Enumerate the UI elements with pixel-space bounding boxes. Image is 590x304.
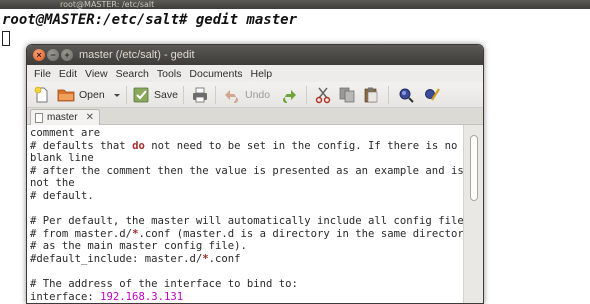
code-text: comment are # defaults that do not need … (30, 127, 463, 303)
menu-view[interactable]: View (81, 68, 112, 80)
ip-address-value: 192.168.3.131 (100, 290, 184, 303)
menu-help[interactable]: Help (247, 68, 277, 80)
search-icon (399, 88, 414, 103)
code-line: #default_include: master.d/*.conf (30, 252, 241, 265)
code-line: comment are (30, 127, 101, 139)
close-window-button[interactable]: × (33, 49, 45, 61)
text-editor[interactable]: comment are # defaults that do not need … (27, 125, 463, 303)
tab-label: master (47, 112, 78, 123)
code-line: # defaults that do not need to be set in… (30, 139, 458, 152)
close-tab-icon[interactable]: ✕ (86, 112, 94, 123)
menu-tools[interactable]: Tools (153, 68, 186, 80)
print-button[interactable] (191, 85, 209, 105)
code-line: # after the comment then the value is pr… (30, 164, 463, 177)
find-replace-icon (425, 88, 440, 101)
scrollbar-thumb[interactable] (470, 135, 478, 201)
find-replace-button[interactable] (423, 85, 441, 105)
new-document-button[interactable] (33, 85, 51, 105)
window-title: master (/etc/salt) - gedit (79, 49, 195, 61)
document-tab-bar: master ✕ (27, 108, 483, 125)
open-label: Open (79, 89, 105, 101)
code-line: blank line (30, 152, 94, 165)
maximize-window-button[interactable]: + (61, 49, 73, 61)
toolbar-separator (183, 86, 184, 104)
terminal-titlebar: root@MASTER: /etc/salt (0, 0, 590, 9)
open-dropdown-button[interactable] (113, 85, 121, 105)
undo-label: Undo (245, 89, 271, 101)
menu-documents[interactable]: Documents (185, 68, 246, 80)
open-folder-icon (57, 89, 75, 102)
code-line: # Per default, the master will automatic… (30, 215, 463, 228)
gedit-titlebar: × − + master (/etc/salt) - gedit (27, 45, 483, 65)
redo-button[interactable] (280, 85, 298, 105)
menu-file[interactable]: File (30, 68, 55, 80)
menu-edit[interactable]: Edit (55, 68, 81, 80)
code-line: # The address of the interface to bind t… (30, 278, 298, 291)
find-button[interactable] (397, 85, 415, 105)
open-button[interactable]: Open (57, 85, 105, 105)
save-icon (133, 87, 149, 103)
vertical-scrollbar[interactable] (463, 125, 483, 303)
toolbar: Open Save Undo (27, 82, 483, 108)
gedit-window: × − + master (/etc/salt) - gedit File Ed… (26, 44, 484, 304)
copy-icon (339, 87, 355, 103)
text-document-icon (35, 112, 43, 123)
clipboard-icon (364, 87, 378, 103)
code-line: # default. (30, 189, 94, 202)
new-document-icon (34, 86, 48, 103)
code-line: # as the main master config file). (30, 240, 247, 253)
menu-search[interactable]: Search (112, 68, 153, 80)
terminal-title: root@MASTER: /etc/salt (60, 0, 155, 9)
cut-button[interactable] (314, 85, 332, 105)
terminal-command-line: root@MASTER:/etc/salt# gedit master (2, 12, 298, 28)
code-line: # from master.d/*.conf (master.d is a di… (30, 227, 463, 240)
chevron-down-icon (114, 94, 120, 97)
paste-button[interactable] (362, 85, 380, 105)
undo-arrow-icon (225, 90, 238, 103)
code-line: not the (30, 177, 75, 190)
keyword-do: do (132, 139, 145, 152)
toolbar-separator (215, 86, 216, 104)
redo-arrow-icon (283, 90, 296, 103)
toolbar-separator (306, 86, 307, 104)
menu-bar: File Edit View Search Tools Documents He… (27, 65, 483, 82)
tab-master[interactable]: master ✕ (30, 109, 100, 125)
undo-button[interactable]: Undo (223, 85, 270, 105)
toolbar-separator (388, 86, 389, 104)
terminal-cursor (2, 31, 10, 46)
save-label: Save (154, 89, 178, 101)
save-button[interactable]: Save (132, 85, 178, 105)
printer-icon (193, 87, 207, 103)
minimize-window-button[interactable]: − (47, 49, 59, 61)
copy-button[interactable] (338, 85, 356, 105)
code-line: interface: 192.168.3.131 (30, 290, 184, 303)
scissors-icon (315, 87, 331, 104)
toolbar-separator (126, 86, 127, 104)
